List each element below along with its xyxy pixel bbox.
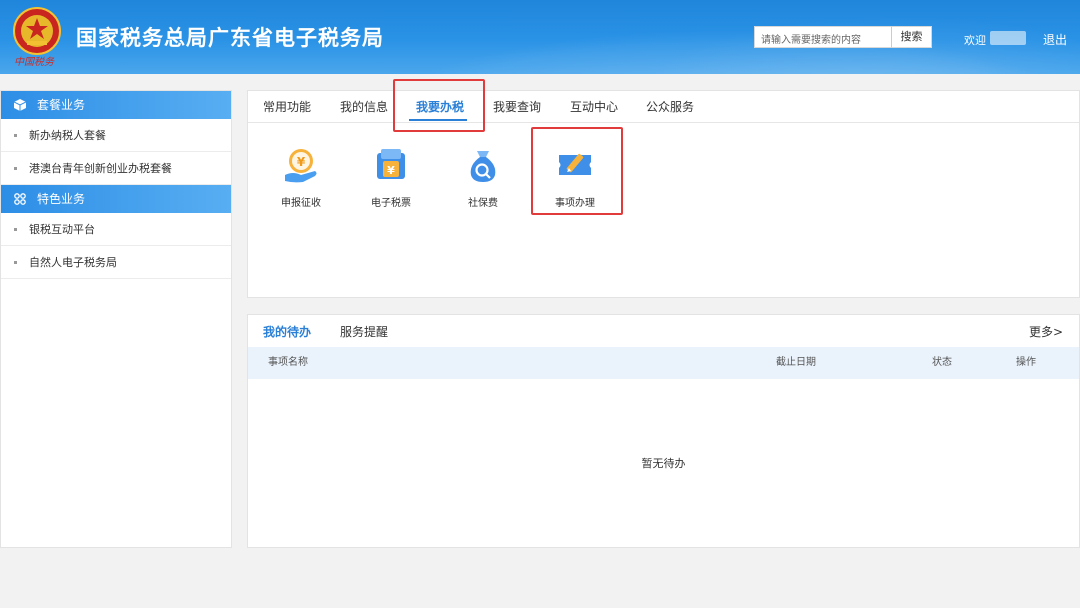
more-link[interactable]: 更多> [1029,323,1063,340]
function-label: 社保费 [468,198,498,209]
empty-state-text: 暂无待办 [641,457,686,470]
top-header: 中国税务 国家税务总局广东省电子税务局 请输入需要搜索的内容 搜索 欢迎 退出 [0,0,1080,74]
column-header-deadline: 截止日期 [776,357,816,368]
function-label: 申报征收 [281,198,321,209]
sidebar-item-natural-person[interactable]: 自然人电子税务局 [1,246,231,279]
bullet [14,134,17,137]
sidebar-section-special[interactable]: 特色业务 [1,185,231,213]
username-redacted [990,31,1026,45]
tab-interaction-center[interactable]: 互动中心 [570,91,618,123]
sidebar-item-label: 港澳台青年创新创业办税套餐 [29,162,172,175]
function-label: 电子税票 [371,198,411,209]
sidebar-item-label: 自然人电子税务局 [29,256,117,269]
tab-service-reminder[interactable]: 服务提醒 [340,323,388,340]
bullet [14,167,17,170]
emblem-caption-logo: 中国税务 [14,56,55,67]
column-header-name: 事项名称 [268,357,308,368]
grid-icon [14,193,26,205]
tab-query[interactable]: 我要查询 [493,91,541,123]
column-header-status: 状态 [932,357,952,368]
sidebar-item-hk-macau-taiwan-youth[interactable]: 港澳台青年创新创业办税套餐 [1,152,231,185]
search-button[interactable]: 搜索 [891,26,932,48]
todo-panel: 我的待办 服务提醒 更多> 事项名称 截止日期 状态 操作 暂无待办 [247,314,1080,548]
tab-my-todo[interactable]: 我的待办 [263,323,311,340]
main-tabs: 常用功能 我的信息 我要办税 我要查询 互动中心 公众服务 [248,91,1079,123]
svg-text:中国税务: 中国税务 [14,56,55,67]
bullet [14,228,17,231]
tax-emblem-icon [13,7,61,55]
yen-hand-icon: ¥ [285,149,317,183]
sidebar-item-label: 银税互动平台 [29,223,95,236]
sidebar-section-label: 特色业务 [37,192,86,206]
function-panel: 常用功能 我的信息 我要办税 我要查询 互动中心 公众服务 ¥ 申报征收 ¥ 电… [247,90,1080,298]
tax-ticket-icon: ¥ [377,149,405,179]
highlight-box-function [531,127,623,215]
tab-public-service[interactable]: 公众服务 [646,91,694,123]
tab-common-functions[interactable]: 常用功能 [263,91,311,123]
search-input[interactable]: 请输入需要搜索的内容 [754,26,892,48]
sidebar-item-new-taxpayer[interactable]: 新办纳税人套餐 [1,119,231,152]
function-declare-collect[interactable]: ¥ 申报征收 [266,145,336,209]
column-header-action: 操作 [1016,357,1036,368]
site-title: 国家税务总局广东省电子税务局 [76,26,384,50]
money-bag-icon [470,151,496,182]
tab-my-info[interactable]: 我的信息 [340,91,388,123]
svg-text:¥: ¥ [297,155,306,169]
sidebar-section-label: 套餐业务 [37,98,86,112]
highlight-box-tab [393,79,485,132]
sidebar-item-label: 新办纳税人套餐 [29,129,106,142]
sidebar: 套餐业务 新办纳税人套餐 港澳台青年创新创业办税套餐 特色业务 银税互动平台 自… [0,90,232,548]
sidebar-item-bank-tax[interactable]: 银税互动平台 [1,213,231,246]
sidebar-section-package[interactable]: 套餐业务 [1,91,231,119]
welcome-text: 欢迎 [964,34,986,47]
logout-link[interactable]: 退出 [1043,31,1067,48]
cube-icon [14,99,26,111]
svg-text:¥: ¥ [387,164,395,177]
bullet [14,261,17,264]
todo-table-header: 事项名称 截止日期 状态 操作 [248,347,1079,379]
function-social-insurance[interactable]: 社保费 [448,145,518,209]
function-e-tax-ticket[interactable]: ¥ 电子税票 [356,145,426,209]
